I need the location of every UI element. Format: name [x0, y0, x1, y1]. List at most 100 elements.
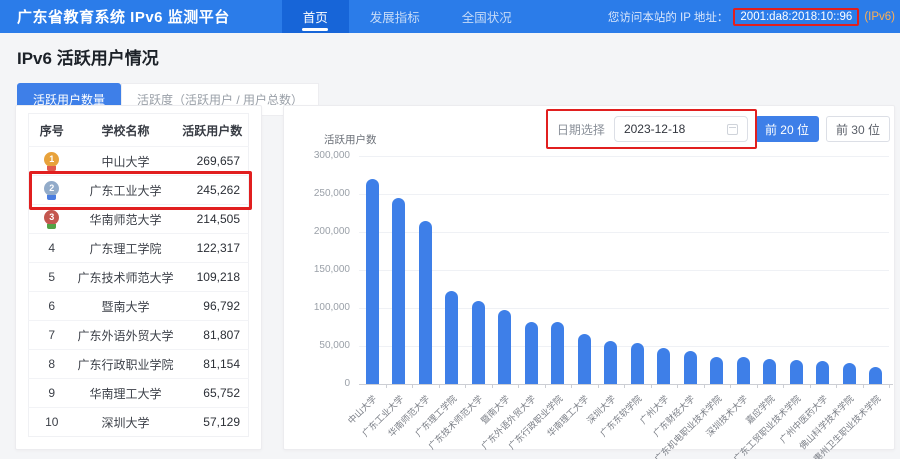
grid-line	[359, 194, 889, 195]
x-axis-tick	[783, 384, 784, 388]
y-tick-label: 0	[284, 378, 350, 389]
chart-bar[interactable]	[525, 322, 538, 384]
grid-line	[359, 346, 889, 347]
column-header: 序号	[29, 114, 75, 147]
grid-line	[359, 232, 889, 233]
main-nav: 首页发展指标全国状况	[282, 0, 533, 33]
page-title: IPv6 活跃用户情况	[17, 44, 883, 69]
ranking-table-card: 序号学校名称活跃用户数 1 中山大学269,657 2 广东工业大学245,262 3华…	[15, 105, 262, 450]
app-title: 广东省教育系统 IPv6 监测平台	[17, 0, 230, 33]
x-axis-tick	[810, 384, 811, 388]
chart-card: 日期选择 2023-12-18 前 20 位 前 30 位 活跃用户数 中山大学…	[283, 105, 895, 450]
school-name-cell: 中山大学	[75, 147, 177, 176]
medal-icon-bronze: 3	[44, 210, 60, 229]
active-users-cell: 245,262	[177, 176, 249, 205]
column-header: 活跃用户数	[177, 114, 249, 147]
medal-number: 2	[44, 181, 59, 196]
school-name-cell: 华南师范大学	[75, 205, 177, 234]
table-row: 1 中山大学269,657	[29, 147, 249, 176]
table-header-row: 序号学校名称活跃用户数	[29, 114, 249, 147]
table-row: 7广东外语外贸大学81,807	[29, 321, 249, 350]
x-axis-tick	[624, 384, 625, 388]
chart-bar[interactable]	[684, 351, 697, 384]
active-users-cell: 96,792	[177, 292, 249, 321]
title-bar: IPv6 活跃用户情况	[0, 33, 900, 69]
table-row: 3 华南师范大学214,505	[29, 205, 249, 234]
x-axis-tick	[598, 384, 599, 388]
grid-line	[359, 156, 889, 157]
chart-bar[interactable]	[790, 360, 803, 384]
nav-item-active[interactable]: 首页	[282, 0, 349, 33]
active-nav-underline	[302, 28, 328, 31]
y-tick-label: 50,000	[284, 340, 350, 351]
school-name-cell: 深圳大学	[75, 408, 177, 437]
rank-cell: 5	[29, 263, 75, 292]
school-name-cell: 广东外语外贸大学	[75, 321, 177, 350]
x-axis-tick	[677, 384, 678, 388]
active-users-cell: 109,218	[177, 263, 249, 292]
chart-bar[interactable]	[419, 221, 432, 384]
chart-bar[interactable]	[657, 348, 670, 384]
x-axis-tick	[412, 384, 413, 388]
chart-bar[interactable]	[551, 322, 564, 384]
y-axis-title: 活跃用户数	[324, 132, 377, 147]
chart-bar[interactable]	[472, 301, 485, 384]
chart-bar[interactable]	[869, 367, 882, 384]
active-users-cell: 269,657	[177, 147, 249, 176]
x-axis-tick	[651, 384, 652, 388]
school-name-cell: 广东工业大学	[75, 176, 177, 205]
y-tick-label: 300,000	[284, 150, 350, 161]
chart-bar[interactable]	[763, 359, 776, 384]
x-axis-tick	[545, 384, 546, 388]
chart-bar[interactable]	[366, 179, 379, 384]
x-axis-tick	[863, 384, 864, 388]
table-row: 9华南理工大学65,752	[29, 379, 249, 408]
visitor-ip-info: 您访问本站的 IP 地址： 2001:da8:2018:10::96 (IPv6…	[608, 0, 900, 33]
rank-cell: 8	[29, 350, 75, 379]
x-axis-tick	[571, 384, 572, 388]
y-tick-label: 150,000	[284, 264, 350, 275]
x-axis-tick	[889, 384, 890, 388]
rank-cell: 2	[29, 176, 75, 205]
chart-bar[interactable]	[604, 341, 617, 384]
medal-ribbon	[47, 166, 56, 171]
x-axis-tick	[518, 384, 519, 388]
school-name-cell: 广东理工学院	[75, 234, 177, 263]
medal-icon-gold: 1	[44, 152, 60, 171]
table-row: 2 广东工业大学245,262	[29, 176, 249, 205]
y-tick-label: 100,000	[284, 302, 350, 313]
y-tick-label: 200,000	[284, 226, 350, 237]
chart-bar[interactable]	[843, 363, 856, 384]
x-axis-tick	[704, 384, 705, 388]
active-users-cell: 214,505	[177, 205, 249, 234]
chart-bar[interactable]	[392, 198, 405, 384]
bar-chart: 活跃用户数 中山大学广东工业大学华南师范大学广东理工学院广东技术师范大学暨南大学…	[284, 106, 894, 449]
chart-bar[interactable]	[816, 361, 829, 384]
table-row: 8广东行政职业学院81,154	[29, 350, 249, 379]
chart-bar[interactable]	[445, 291, 458, 384]
chart-bar[interactable]	[498, 310, 511, 384]
active-users-cell: 81,807	[177, 321, 249, 350]
rank-cell: 4	[29, 234, 75, 263]
x-axis-tick	[757, 384, 758, 388]
ranking-table: 序号学校名称活跃用户数 1 中山大学269,657 2 广东工业大学245,262 3华…	[28, 113, 249, 437]
ip-address-value: 2001:da8:2018:10::96	[733, 8, 859, 26]
chart-bar[interactable]	[578, 334, 591, 384]
nav-item-link[interactable]: 全国状况	[441, 0, 533, 33]
chart-bar[interactable]	[737, 357, 750, 384]
rank-cell: 9	[29, 379, 75, 408]
active-users-cell: 57,129	[177, 408, 249, 437]
ipv6-badge: (IPv6)	[864, 11, 895, 23]
table-row: 4广东理工学院122,317	[29, 234, 249, 263]
chart-bar[interactable]	[631, 343, 644, 384]
rank-cell: 1	[29, 147, 75, 176]
school-name-cell: 广东技术师范大学	[75, 263, 177, 292]
plot-area: 中山大学广东工业大学华南师范大学广东理工学院广东技术师范大学暨南大学广东外语外贸…	[359, 156, 889, 384]
nav-item-link[interactable]: 发展指标	[349, 0, 441, 33]
medal-ribbon	[47, 224, 56, 229]
x-axis-tick	[836, 384, 837, 388]
table-row: 6暨南大学96,792	[29, 292, 249, 321]
chart-bar[interactable]	[710, 357, 723, 384]
rank-cell: 10	[29, 408, 75, 437]
x-axis-tick	[439, 384, 440, 388]
